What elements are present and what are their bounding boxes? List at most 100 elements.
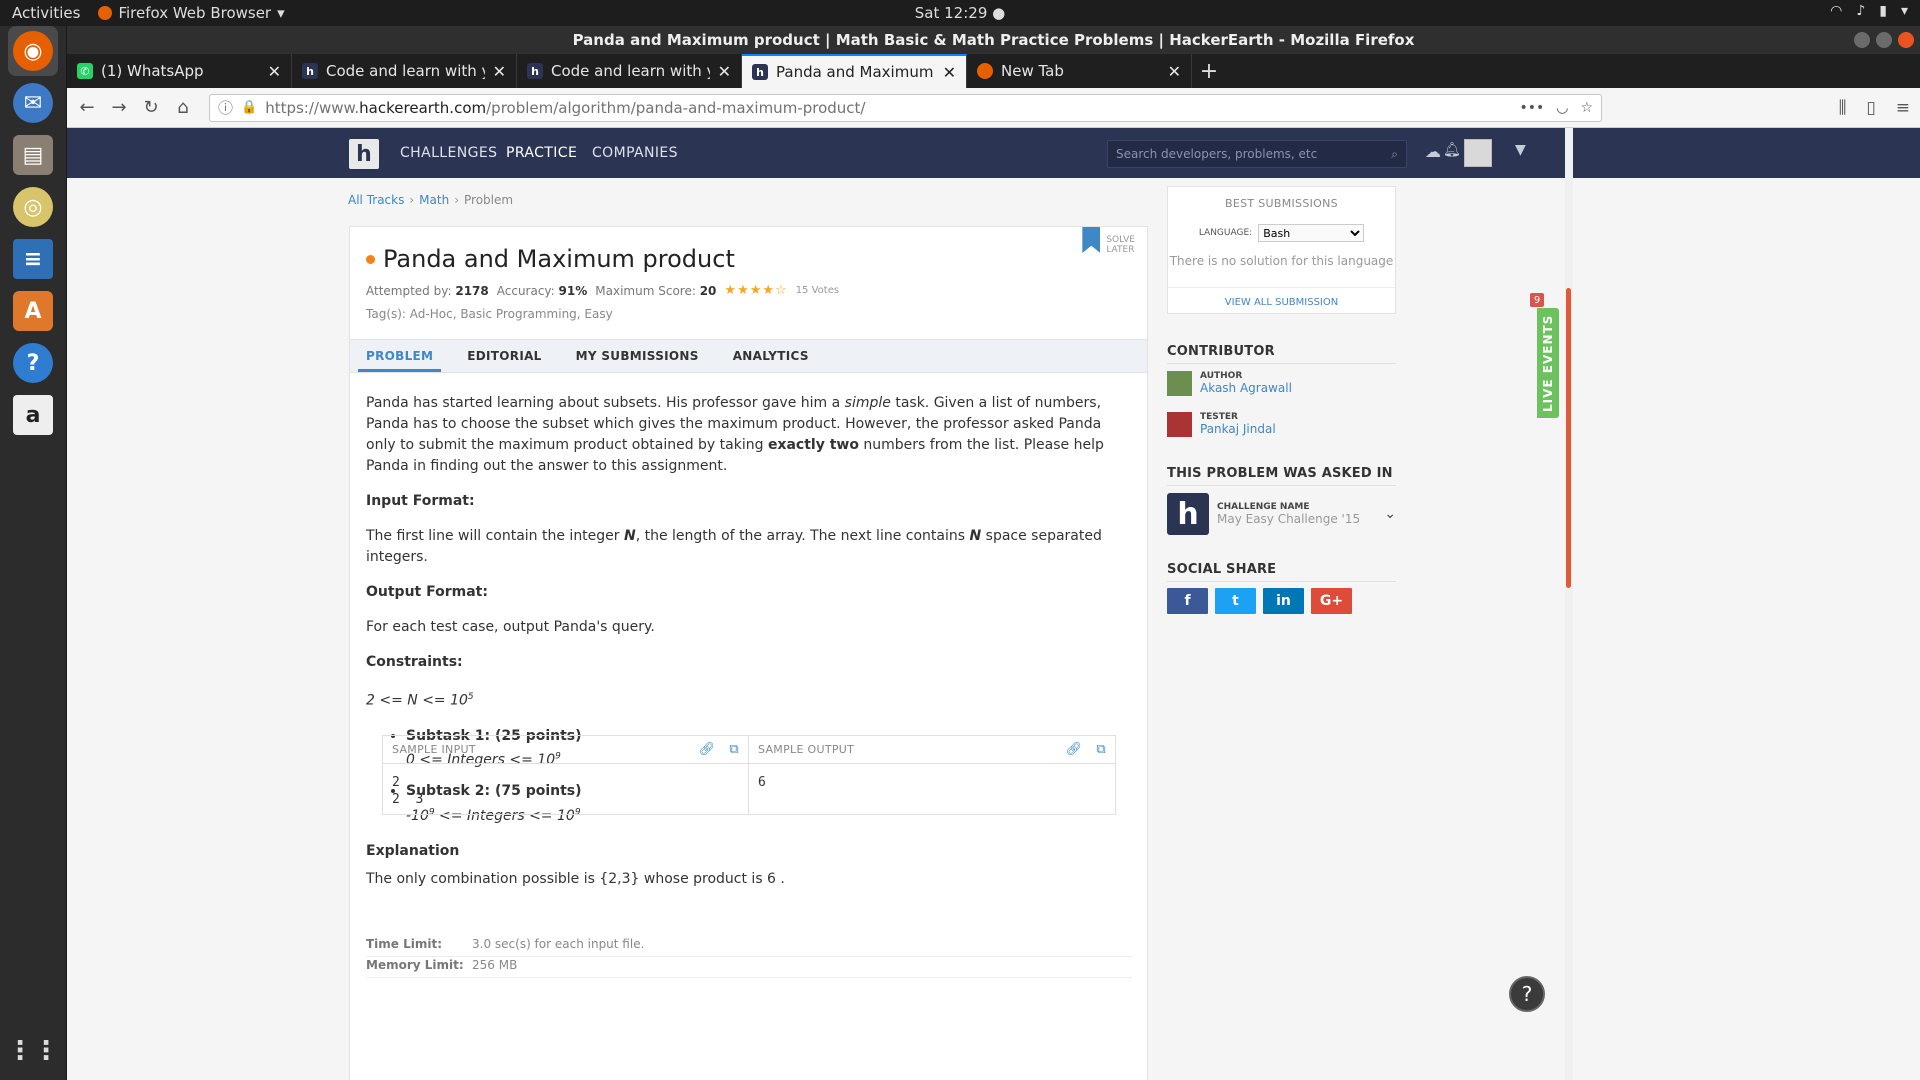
close-icon[interactable]: ✕ xyxy=(718,62,731,81)
close-icon[interactable]: ✕ xyxy=(493,62,506,81)
text: The first line will contain the integer xyxy=(366,528,624,544)
help-button[interactable]: ? xyxy=(1509,976,1545,1012)
link-icon[interactable]: 🔗︎ xyxy=(699,742,716,757)
dock-help[interactable]: ? xyxy=(8,338,58,388)
dock-writer[interactable]: ≡ xyxy=(8,234,58,284)
scrollbar[interactable] xyxy=(1565,128,1573,1080)
tab-editorial[interactable]: EDITORIAL xyxy=(459,340,549,372)
sample-io: SAMPLE INPUT 🔗︎ ⧉ 2 2 3 SAMPLE OUTPUT 🔗︎ ⧉ 6 xyxy=(382,735,1116,815)
firefox-icon: ◉ xyxy=(13,31,53,71)
chevron-down-icon[interactable]: ⌄ xyxy=(1384,506,1396,522)
star-icon[interactable]: ★ xyxy=(762,283,775,298)
home-button[interactable]: ⌂ xyxy=(167,92,199,124)
votes-count: 15 Votes xyxy=(795,285,840,296)
solve-later-button[interactable]: SOLVE LATER xyxy=(1082,227,1135,255)
breadcrumb-math[interactable]: Math xyxy=(419,193,449,207)
bell-icon[interactable]: 🔔︎ xyxy=(1443,142,1461,158)
star-icon[interactable]: ★ xyxy=(737,283,750,298)
tab-problem[interactable]: PROBLEM xyxy=(358,340,442,372)
star-icon[interactable]: ★ xyxy=(750,283,763,298)
reload-icon: ↻ xyxy=(143,97,159,118)
system-tray[interactable]: ◠ ♪ ▮ ▾ xyxy=(1830,3,1908,19)
wifi-icon: ◠ xyxy=(1830,3,1843,19)
challenge-row[interactable]: h CHALLENGE NAME May Easy Challenge '15 ⌄ xyxy=(1167,492,1396,536)
question-icon: ? xyxy=(1521,982,1533,1006)
nav-companies[interactable]: COMPANIES xyxy=(592,145,678,161)
star-icon[interactable]: ★ xyxy=(724,283,737,298)
sample-output[interactable]: 6 xyxy=(749,764,1115,801)
close-window-button[interactable] xyxy=(1898,32,1914,48)
pocket-icon[interactable]: ◡ xyxy=(1556,100,1568,116)
tab-new-tab[interactable]: New Tab ✕ xyxy=(967,54,1192,88)
volume-icon: ♪ xyxy=(1856,3,1866,19)
twitter-share-button[interactable]: t xyxy=(1215,588,1256,614)
reload-button[interactable]: ↻ xyxy=(135,92,167,124)
linkedin-share-button[interactable]: in xyxy=(1263,588,1304,614)
tester-name-link[interactable]: Pankaj Jindal xyxy=(1200,422,1276,436)
copy-icon[interactable]: ⧉ xyxy=(1096,742,1106,757)
chevron-down-icon[interactable]: ▼ xyxy=(1515,142,1526,158)
search-icon[interactable]: ⌕ xyxy=(1391,147,1398,162)
menu-icon[interactable]: ≡ xyxy=(1896,98,1910,118)
tab-my-submissions[interactable]: MY SUBMISSIONS xyxy=(568,340,707,372)
scrollbar-thumb[interactable] xyxy=(1566,288,1571,588)
activities-button[interactable]: Activities xyxy=(12,4,80,22)
rating-stars[interactable]: ★★★★☆ xyxy=(724,283,787,298)
hackerearth-logo[interactable]: h xyxy=(349,139,379,169)
dock-amazon[interactable]: a xyxy=(8,390,58,440)
close-icon[interactable]: ✕ xyxy=(943,63,956,82)
dock-files[interactable]: ▤ xyxy=(8,130,58,180)
tab-whatsapp[interactable]: ✆ (1) WhatsApp ✕ xyxy=(67,54,292,88)
search-input[interactable] xyxy=(1116,147,1366,161)
sample-input[interactable]: 2 2 3 xyxy=(383,764,748,818)
nav-challenges[interactable]: CHALLENGES xyxy=(400,145,497,161)
maximize-button[interactable] xyxy=(1876,32,1892,48)
bookmark-star-icon[interactable]: ☆ xyxy=(1580,100,1593,116)
cloud-icon[interactable]: ☁ xyxy=(1425,142,1441,161)
caret-down-icon: ▾ xyxy=(277,4,285,22)
dock-firefox[interactable]: ◉ xyxy=(8,26,58,76)
live-events-tab[interactable]: LIVE EVENTS xyxy=(1537,308,1559,418)
minimize-button[interactable] xyxy=(1854,32,1870,48)
language-select[interactable]: Bash xyxy=(1258,224,1365,242)
page-actions-icon[interactable]: ••• xyxy=(1519,100,1544,116)
new-tab-button[interactable]: + xyxy=(1192,54,1226,88)
facebook-share-button[interactable]: f xyxy=(1167,588,1208,614)
tab-hackerearth-2[interactable]: h Code and learn with your ✕ xyxy=(517,54,742,88)
star-icon[interactable]: ☆ xyxy=(775,283,788,298)
sidebar-icon[interactable]: ▯ xyxy=(1866,98,1875,118)
back-button[interactable]: ← xyxy=(71,92,103,124)
copy-icon[interactable]: ⧉ xyxy=(729,742,739,757)
dock-thunderbird[interactable]: ✉ xyxy=(8,78,58,128)
tab-hackerearth-1[interactable]: h Code and learn with your ✕ xyxy=(292,54,517,88)
lock-icon[interactable]: 🔒 xyxy=(241,100,257,115)
close-icon[interactable]: ✕ xyxy=(1168,62,1181,81)
googleplus-share-button[interactable]: G+ xyxy=(1311,588,1352,614)
time-limit-row: Time Limit: 3.0 sec(s) for each input fil… xyxy=(366,937,1132,957)
arrow-left-icon: ← xyxy=(79,97,95,118)
tab-panda-problem[interactable]: h Panda and Maximum pro ✕ xyxy=(742,54,967,88)
dock-show-apps[interactable]: ⋮⋮ xyxy=(7,1026,59,1076)
link-icon[interactable]: 🔗︎ xyxy=(1066,742,1083,757)
app-menu[interactable]: Firefox Web Browser ▾ xyxy=(98,4,285,22)
close-icon[interactable]: ✕ xyxy=(268,62,281,81)
nav-practice[interactable]: PRACTICE xyxy=(506,145,577,161)
site-search[interactable]: ⌕ xyxy=(1107,140,1407,168)
sample-output-box: SAMPLE OUTPUT 🔗︎ ⧉ 6 xyxy=(749,736,1115,814)
author-name-link[interactable]: Akash Agrawall xyxy=(1200,381,1292,395)
url-bar[interactable]: ⓘ 🔒 https://www.hackerearth.com/problem/… xyxy=(209,93,1602,122)
max-score-value: 20 xyxy=(699,283,717,298)
navigation-toolbar: ← → ↻ ⌂ ⓘ 🔒 https://www.hackerearth.com/… xyxy=(67,88,1920,128)
hackerearth-icon: h xyxy=(302,63,318,79)
library-icon[interactable]: ⫼ xyxy=(1839,98,1847,118)
avatar[interactable] xyxy=(1464,139,1492,167)
info-icon[interactable]: ⓘ xyxy=(218,97,233,118)
url-text[interactable]: https://www.hackerearth.com/problem/algo… xyxy=(265,99,1511,117)
dock-software[interactable]: A xyxy=(8,286,58,336)
view-all-submission-link[interactable]: VIEW ALL SUBMISSION xyxy=(1168,297,1395,308)
tab-analytics[interactable]: ANALYTICS xyxy=(725,340,817,372)
explanation-text: The only combination possible is {2,3} w… xyxy=(366,871,785,887)
dock-rhythmbox[interactable]: ◎ xyxy=(8,182,58,232)
breadcrumb-all-tracks[interactable]: All Tracks xyxy=(348,193,404,207)
forward-button[interactable]: → xyxy=(103,92,135,124)
